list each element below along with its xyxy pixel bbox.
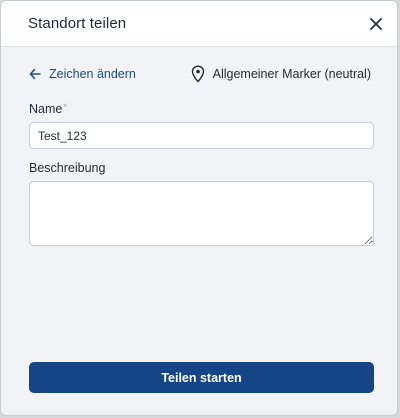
dialog-title: Standort teilen [28,15,127,32]
selected-marker: Allgemeiner Marker (neutral) [191,65,371,83]
start-sharing-button[interactable]: Teilen starten [29,362,374,393]
arrow-left-icon [29,68,41,80]
required-indicator: * [63,102,67,112]
close-button[interactable] [365,13,387,35]
name-label-text: Name [29,102,63,116]
name-label: Name* [29,102,67,116]
marker-label: Allgemeiner Marker (neutral) [212,67,371,81]
dialog-header: Standort teilen [1,1,397,47]
close-icon [370,18,382,30]
change-symbol-link[interactable]: Zeichen ändern [29,67,136,81]
name-input[interactable] [29,122,374,149]
change-symbol-label: Zeichen ändern [49,67,136,81]
share-location-dialog: Standort teilen Zeichen ändern Allgemein… [0,0,398,416]
description-textarea[interactable] [29,181,374,246]
description-label: Beschreibung [29,161,106,175]
map-pin-icon [191,65,204,83]
